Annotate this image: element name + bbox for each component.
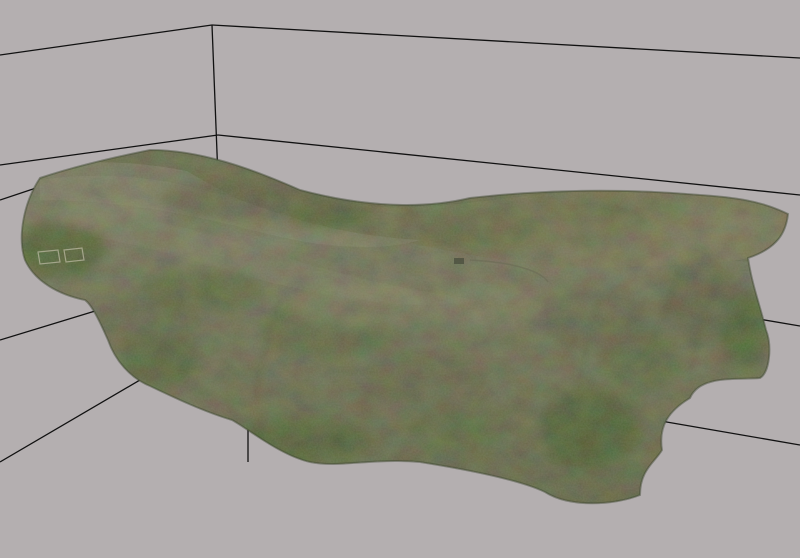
3d-viewport[interactable] bbox=[0, 0, 800, 558]
scene-canvas[interactable] bbox=[0, 0, 800, 558]
terrain-model[interactable] bbox=[0, 140, 800, 558]
structure-marker bbox=[454, 258, 464, 264]
